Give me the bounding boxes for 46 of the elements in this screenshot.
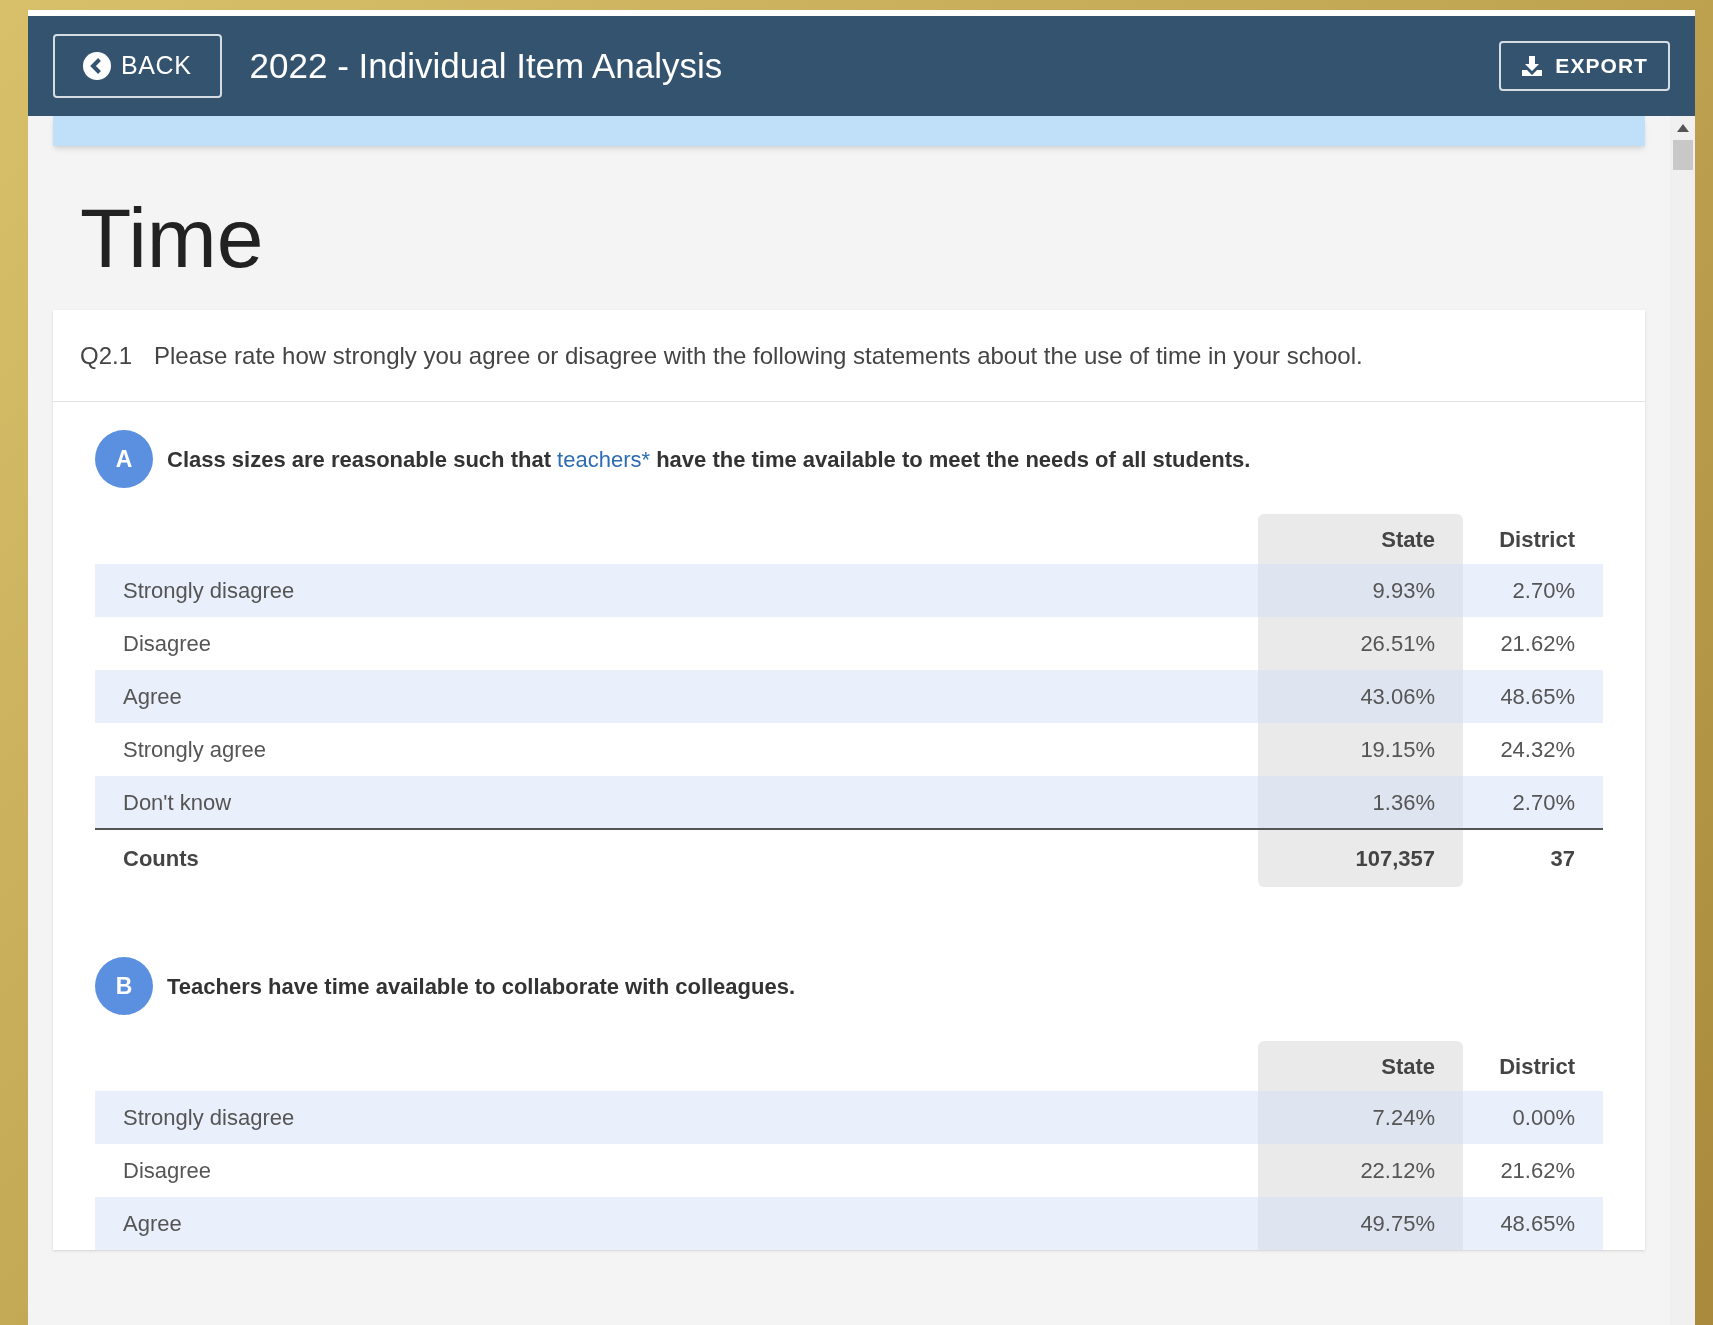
value-cell: 24.32%: [1463, 723, 1603, 776]
value-cell: 22.12%: [1258, 1144, 1463, 1197]
value-cell: 2.70%: [1463, 564, 1603, 617]
item-letter: B: [95, 957, 153, 1015]
row-label: Agree: [95, 670, 1258, 723]
statement-text: Teachers have time available to collaborate with colleagues.: [167, 972, 796, 1001]
row-label: Counts: [95, 829, 1258, 887]
column-header: District: [1463, 514, 1603, 564]
question-number: Q2.1: [80, 340, 133, 371]
back-button[interactable]: BACK: [53, 34, 222, 98]
column-header: State: [1258, 1041, 1463, 1091]
item-letter: A: [95, 430, 153, 488]
value-cell: 1.36%: [1258, 776, 1463, 829]
download-icon: [1521, 55, 1544, 77]
value-cell: 48.65%: [1463, 1197, 1603, 1250]
row-label: Strongly agree: [95, 723, 1258, 776]
count-cell: 107,357: [1258, 829, 1463, 887]
value-cell: 48.65%: [1463, 670, 1603, 723]
page-title: 2022 - Individual Item Analysis: [249, 44, 723, 87]
row-label: Don't know: [95, 776, 1258, 829]
back-icon: [83, 52, 111, 80]
column-header: District: [1463, 1041, 1603, 1091]
value-cell: 19.15%: [1258, 723, 1463, 776]
section-title: Time: [79, 190, 265, 287]
question-text: Please rate how strongly you agree or disagree with the following statements about the use of time in your school.: [154, 340, 1363, 371]
glossary-link[interactable]: teachers*: [557, 446, 651, 472]
value-cell: 0.00%: [1463, 1091, 1603, 1144]
scroll-thumb[interactable]: [1672, 140, 1693, 170]
export-button[interactable]: EXPORT: [1499, 41, 1670, 91]
value-cell: 7.24%: [1258, 1091, 1463, 1144]
row-label: Disagree: [95, 1144, 1258, 1197]
column-header: State: [1258, 514, 1463, 564]
value-cell: 49.75%: [1258, 1197, 1463, 1250]
value-cell: 21.62%: [1463, 1144, 1603, 1197]
row-label: Disagree: [95, 617, 1258, 670]
row-label: Strongly disagree: [95, 564, 1258, 617]
value-cell: 21.62%: [1463, 617, 1603, 670]
statement-text: Class sizes are reasonable such that teachers* have the time available to meet the needs of all students.: [167, 445, 1251, 474]
count-cell: 37: [1463, 829, 1603, 887]
value-cell: 2.70%: [1463, 776, 1603, 829]
value-cell: 43.06%: [1258, 670, 1463, 723]
value-cell: 26.51%: [1258, 617, 1463, 670]
scroll-up-icon[interactable]: [1676, 124, 1689, 132]
row-label: Agree: [95, 1197, 1258, 1250]
value-cell: 9.93%: [1258, 564, 1463, 617]
row-label: Strongly disagree: [95, 1091, 1258, 1144]
